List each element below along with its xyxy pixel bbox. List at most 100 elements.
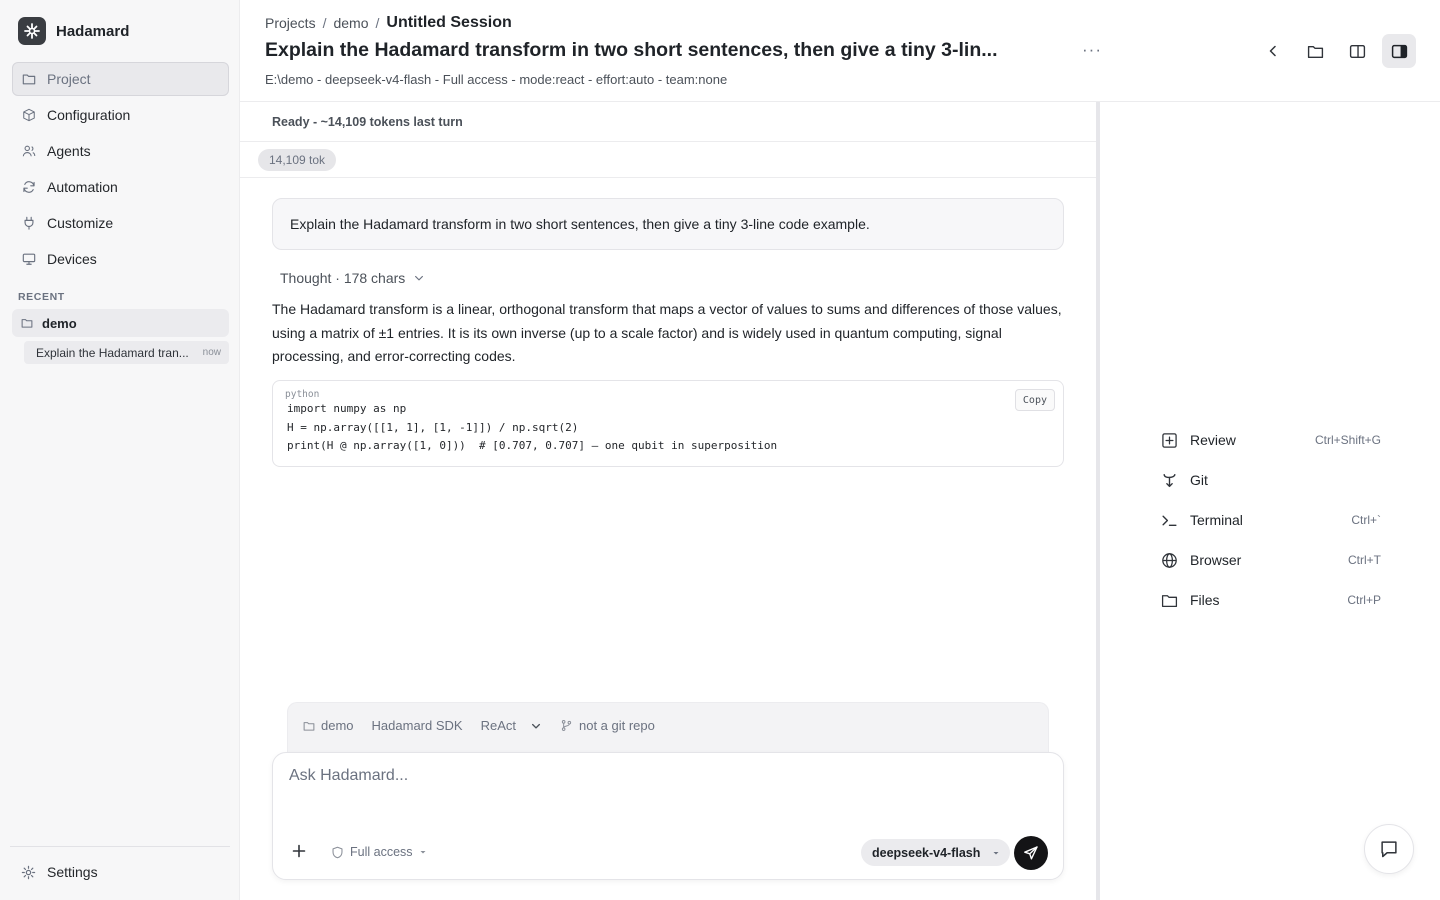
context-folder[interactable]: demo <box>303 718 354 733</box>
monitor-icon <box>22 253 36 265</box>
plus-square-icon <box>1162 432 1177 448</box>
toggle-right-panel-button[interactable] <box>1382 34 1416 68</box>
panel-item-review[interactable]: Review Ctrl+Shift+G <box>1161 420 1381 460</box>
panel-menu: Review Ctrl+Shift+G Git Terminal Ctrl+` … <box>1161 420 1381 620</box>
context-sdk[interactable]: Hadamard SDK <box>372 718 463 733</box>
title-more-button[interactable]: ··· <box>1082 40 1102 60</box>
split-view-button[interactable] <box>1340 34 1374 68</box>
sidebar: Hadamard Project Configuration Agents Au… <box>0 0 240 900</box>
sidebar-item-label: Customize <box>47 215 114 231</box>
panel-item-browser[interactable]: Browser Ctrl+T <box>1161 540 1381 580</box>
token-bar: 14,109 tok <box>240 143 1096 178</box>
sidebar-item-label: Project <box>47 71 91 87</box>
recent-session-item[interactable]: Explain the Hadamard tran... now <box>24 341 229 364</box>
sidebar-item-project[interactable]: Project <box>12 62 229 96</box>
recent-session-title: Explain the Hadamard tran... <box>36 345 189 360</box>
brand[interactable]: Hadamard <box>18 17 129 45</box>
session-meta: E:\demo - deepseek-v4-flash - Full acces… <box>265 72 728 87</box>
gear-icon <box>21 865 36 879</box>
chat-bubble-icon <box>1381 841 1397 858</box>
sidebar-item-label: Devices <box>47 251 97 267</box>
model-label: deepseek-v4-flash <box>872 845 981 860</box>
panel-item-label: Browser <box>1190 552 1242 568</box>
plus-icon <box>292 844 306 858</box>
code-block: python Copy import numpy as np H = np.ar… <box>272 380 1064 467</box>
recent-group-demo[interactable]: demo <box>12 309 229 337</box>
token-count-badge: 14,109 tok <box>258 149 337 171</box>
context-folder-label: demo <box>321 718 354 733</box>
mode-select[interactable]: ReAct <box>481 718 542 733</box>
breadcrumb-project[interactable]: demo <box>333 15 368 31</box>
sidebar-nav: Project Configuration Agents Automation … <box>12 62 229 278</box>
panel-item-terminal[interactable]: Terminal Ctrl+` <box>1161 500 1381 540</box>
add-attachment-button[interactable] <box>291 843 307 859</box>
session-title: Explain the Hadamard transform in two sh… <box>265 39 998 61</box>
shield-icon <box>332 846 343 858</box>
app-name: Hadamard <box>56 22 130 40</box>
chevron-down-icon <box>415 275 424 281</box>
chat-column: Ready - ~14,109 tokens last turn 14,109 … <box>240 102 1096 900</box>
sidebar-item-agents[interactable]: Agents <box>12 134 229 168</box>
folder-icon <box>1307 45 1323 58</box>
sidebar-item-customize[interactable]: Customize <box>12 206 229 240</box>
sidebar-item-devices[interactable]: Devices <box>12 242 229 276</box>
access-select[interactable]: Full access <box>331 845 427 859</box>
chat-bubble-button[interactable] <box>1364 824 1414 874</box>
mode-select-label: ReAct <box>480 718 516 733</box>
terminal-icon <box>1162 515 1177 526</box>
panel-item-label: Git <box>1190 472 1208 488</box>
thought-toggle[interactable]: Thought · 178 chars <box>280 270 425 286</box>
folder-icon <box>22 74 36 85</box>
git-branch-icon <box>1163 473 1176 487</box>
split-panel-icon <box>1349 44 1365 58</box>
composer: Full access deepseek-v4-flash <box>272 752 1064 880</box>
status-text: Ready - ~14,109 tokens last turn <box>272 114 463 129</box>
git-status: not a git repo <box>560 718 655 733</box>
code-content: import numpy as np H = np.array([[1, 1],… <box>287 402 778 452</box>
settings-button[interactable]: Settings <box>12 856 229 888</box>
plug-icon <box>24 216 34 230</box>
recent-group-label: demo <box>42 315 77 331</box>
breadcrumb-projects[interactable]: Projects <box>265 15 316 31</box>
sidebar-item-label: Automation <box>47 179 118 195</box>
caret-down-icon <box>420 851 426 854</box>
breadcrumb-separator: / <box>322 15 327 31</box>
assistant-answer: The Hadamard transform is a linear, orth… <box>272 301 1062 364</box>
sidebar-item-automation[interactable]: Automation <box>12 170 229 204</box>
sidebar-item-label: Configuration <box>47 107 131 123</box>
git-branch-icon <box>561 720 572 731</box>
access-label: Full access <box>350 845 413 859</box>
open-folder-button[interactable] <box>1298 34 1332 68</box>
panel-item-label: Review <box>1190 432 1236 448</box>
panel-item-git[interactable]: Git <box>1161 460 1381 500</box>
sidebar-item-configuration[interactable]: Configuration <box>12 98 229 132</box>
composer-context-bar: demo Hadamard SDK ReAct not a git repo <box>287 702 1049 752</box>
panel-item-label: Terminal <box>1190 512 1243 528</box>
folder-icon <box>21 319 33 328</box>
recent-section-label: RECENT <box>18 291 65 303</box>
sidebar-divider <box>10 846 230 847</box>
user-message-text: Explain the Hadamard transform in two sh… <box>290 216 870 232</box>
copy-code-button[interactable]: Copy <box>1014 389 1055 411</box>
folder-icon <box>1161 594 1178 607</box>
settings-label: Settings <box>47 864 98 880</box>
model-select[interactable]: deepseek-v4-flash <box>861 839 1011 866</box>
user-message: Explain the Hadamard transform in two sh… <box>272 198 1064 250</box>
code-language: python <box>285 389 320 400</box>
context-sdk-label: Hadamard SDK <box>371 718 463 733</box>
panel-item-shortcut: Ctrl+T <box>1348 553 1381 567</box>
panel-item-shortcut: Ctrl+` <box>1351 513 1381 527</box>
panel-item-shortcut: Ctrl+P <box>1347 593 1381 607</box>
users-icon <box>22 145 36 157</box>
breadcrumb-separator: / <box>375 15 380 31</box>
header-toolbar <box>1256 34 1416 68</box>
right-panel-icon <box>1391 44 1407 58</box>
composer-input[interactable] <box>289 767 1029 785</box>
panel-item-files[interactable]: Files Ctrl+P <box>1161 580 1381 620</box>
sidebar-item-label: Agents <box>47 143 91 159</box>
hadamard-logo-icon <box>18 17 46 45</box>
back-button[interactable] <box>1256 34 1290 68</box>
recent-session-time: now <box>202 347 221 358</box>
send-button[interactable] <box>1014 836 1048 870</box>
cube-icon <box>23 108 35 122</box>
